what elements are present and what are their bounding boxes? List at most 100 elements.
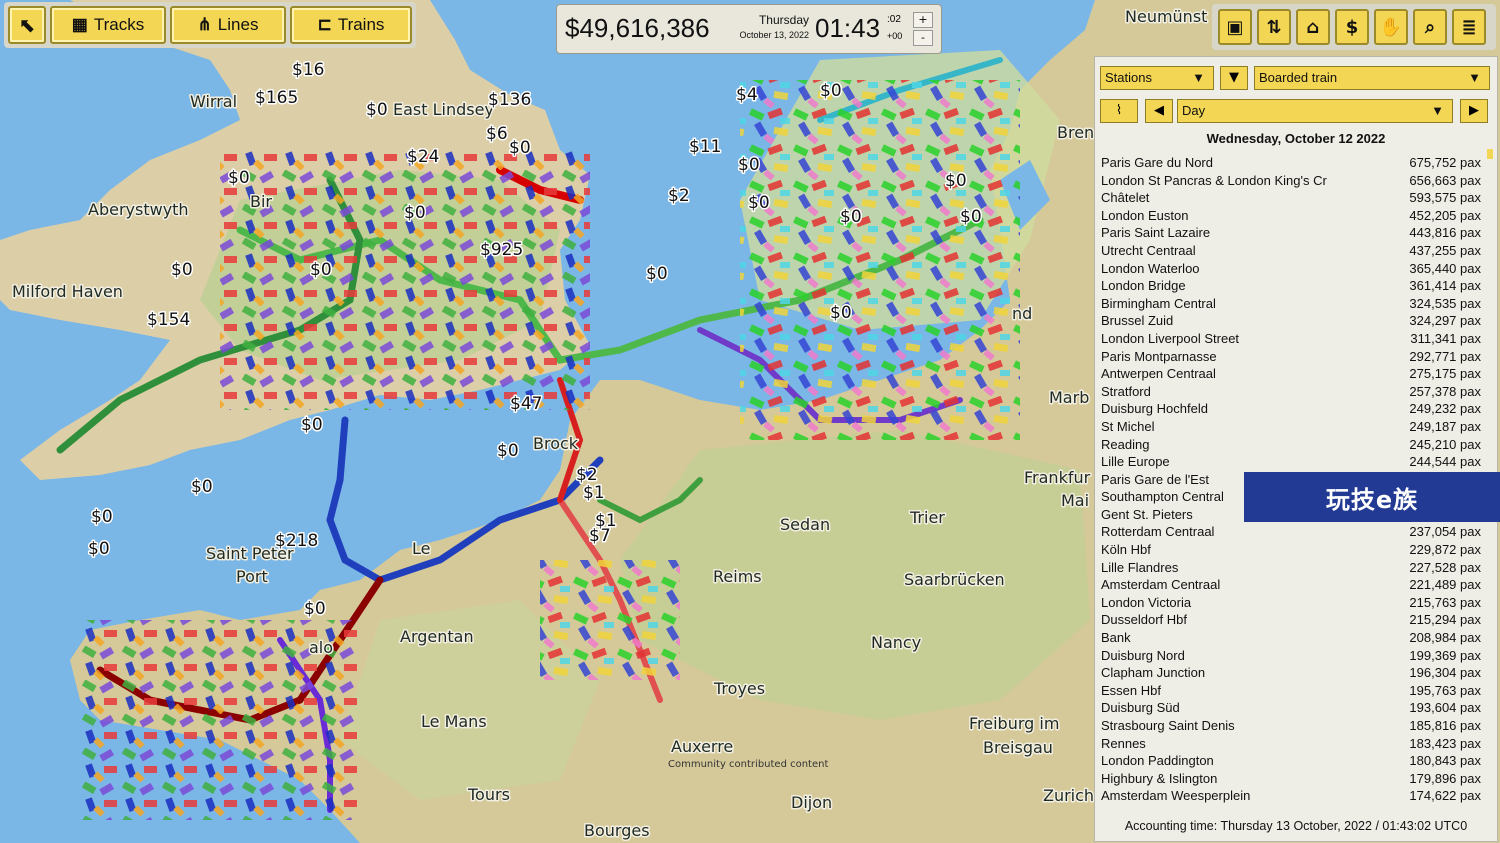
income-label: $0 [91, 507, 113, 527]
slow-down-button[interactable]: - [913, 30, 933, 46]
station-row[interactable]: Châtelet 593,575 pax [1101, 189, 1481, 207]
station-value: 221,489 pax [1409, 577, 1481, 593]
station-row[interactable]: Strasbourg Saint Denis 185,816 pax [1101, 717, 1481, 735]
next-period-button[interactable]: ▶ [1460, 99, 1488, 123]
station-row[interactable]: London Victoria 215,763 pax [1101, 594, 1481, 612]
place-label: nd [1012, 304, 1032, 323]
station-name: Bank [1101, 630, 1131, 646]
place-label: Dijon [791, 793, 832, 812]
station-row[interactable]: Clapham Junction 196,304 pax [1101, 664, 1481, 682]
train-cluster-england[interactable] [220, 150, 590, 410]
station-row[interactable]: Paris Montparnasse 292,771 pax [1101, 348, 1481, 366]
station-value: 324,297 pax [1409, 313, 1481, 329]
station-row[interactable]: St Michel 249,187 pax [1101, 418, 1481, 436]
station-name: Dusseldorf Hbf [1101, 612, 1187, 628]
watermark-logo: 玩技e族 [1244, 472, 1500, 522]
map-view-button[interactable]: ▣ [1218, 9, 1252, 45]
metric-dropdown[interactable]: Boarded train ▼ [1254, 66, 1490, 90]
finance-button[interactable]: $ [1335, 9, 1369, 45]
station-name: St Michel [1101, 418, 1155, 434]
tracks-button[interactable]: ▦ Tracks [50, 6, 166, 44]
tracks-label: Tracks [93, 15, 145, 34]
station-value: 275,175 pax [1409, 366, 1481, 382]
income-label: $218 [275, 531, 318, 551]
station-row[interactable]: Lille Europe 244,544 pax [1101, 453, 1481, 471]
scrollbar[interactable] [1487, 149, 1493, 159]
income-label: $24 [407, 147, 439, 167]
station-value: 180,843 pax [1409, 753, 1481, 769]
station-row[interactable]: Stratford 257,378 pax [1101, 383, 1481, 401]
speed-up-button[interactable]: + [913, 12, 933, 28]
station-name: Paris Gare du Nord [1101, 155, 1213, 170]
station-row[interactable]: Antwerpen Centraal 275,175 pax [1101, 365, 1481, 383]
metric-value: Boarded train [1259, 70, 1338, 85]
station-name: Highbury & Islington [1101, 770, 1218, 786]
station-row[interactable]: Essen Hbf 195,763 pax [1101, 682, 1481, 700]
train-cluster-paris[interactable] [540, 560, 680, 680]
station-row[interactable]: Duisburg Hochfeld 249,232 pax [1101, 400, 1481, 418]
trains-button[interactable]: ⊏ Trains [290, 6, 412, 44]
station-row[interactable]: Reading 245,210 pax [1101, 436, 1481, 454]
menu-button[interactable]: ≣ [1452, 9, 1486, 45]
station-name: London Waterloo [1101, 260, 1200, 276]
previous-period-button[interactable]: ◀ [1145, 99, 1173, 123]
station-name: Antwerpen Centraal [1101, 366, 1216, 382]
station-row[interactable]: Amsterdam Centraal 221,489 pax [1101, 576, 1481, 594]
station-row[interactable]: London Liverpool Street 311,341 pax [1101, 330, 1481, 348]
station-name: Utrecht Centraal [1101, 242, 1196, 258]
station-row[interactable]: Utrecht Centraal 437,255 pax [1101, 242, 1481, 260]
station-value: 249,232 pax [1409, 401, 1481, 417]
station-row[interactable]: Rotterdam Centraal 237,054 pax [1101, 523, 1481, 541]
station-row[interactable]: London Paddington 180,843 pax [1101, 752, 1481, 770]
map-view-icon: ▣ [1226, 16, 1244, 38]
income-label: $925 [480, 240, 523, 260]
income-label: $1 [583, 483, 605, 503]
station-row[interactable]: Paris Gare du Nord 675,752 pax [1101, 154, 1481, 172]
lines-button[interactable]: ⋔ Lines [170, 6, 286, 44]
station-row[interactable]: Bank 208,984 pax [1101, 629, 1481, 647]
income-label: $0 [738, 155, 760, 175]
station-name: Köln Hbf [1101, 542, 1151, 558]
station-row[interactable]: Duisburg Süd 193,604 pax [1101, 699, 1481, 717]
category-dropdown[interactable]: Stations ▼ [1100, 66, 1214, 90]
income-label: $4 [736, 85, 758, 105]
station-value: 245,210 pax [1409, 436, 1481, 452]
station-name: Châtelet [1101, 190, 1150, 206]
chart-toggle-button[interactable]: ⌇ [1100, 99, 1138, 123]
period-value: Day [1182, 103, 1206, 118]
station-value: 244,544 pax [1409, 454, 1481, 470]
station-value: 361,414 pax [1409, 278, 1481, 294]
station-row[interactable]: London Bridge 361,414 pax [1101, 277, 1481, 295]
tag-button[interactable]: ⌂ [1296, 9, 1330, 45]
station-row[interactable]: Köln Hbf 229,872 pax [1101, 541, 1481, 559]
station-value: 215,294 pax [1409, 612, 1481, 628]
select-tool-button[interactable]: ⬉ [8, 6, 46, 44]
station-row[interactable]: London Euston 452,205 pax [1101, 207, 1481, 225]
filter-dropdown-button[interactable]: ▼ [1220, 66, 1248, 90]
menu-icon: ≣ [1461, 16, 1477, 38]
station-value: 311,341 pax [1410, 330, 1481, 346]
station-row[interactable]: London St Pancras & London King's Cr 656,… [1101, 172, 1481, 190]
search-button[interactable]: ⌕ [1413, 9, 1447, 45]
station-row[interactable]: Brussel Zuid 324,297 pax [1101, 312, 1481, 330]
station-row[interactable]: London Waterloo 365,440 pax [1101, 260, 1481, 278]
arrow-left-icon: ◀ [1154, 103, 1164, 118]
income-label: $165 [255, 88, 298, 108]
station-row[interactable]: Highbury & Islington 179,896 pax [1101, 770, 1481, 788]
station-row[interactable]: Lille Flandres 227,528 pax [1101, 559, 1481, 577]
hand-button[interactable]: ✋ [1374, 9, 1408, 45]
station-row[interactable]: Duisburg Nord 199,369 pax [1101, 647, 1481, 665]
accounting-time: Accounting time: Thursday 13 October, 20… [1124, 819, 1468, 833]
train-cluster-netherlands-belgium[interactable] [740, 80, 1020, 440]
income-label: $0 [301, 415, 323, 435]
station-row[interactable]: Dusseldorf Hbf 215,294 pax [1101, 611, 1481, 629]
period-dropdown[interactable]: Day ▼ [1177, 99, 1453, 123]
station-row[interactable]: Rennes 183,423 pax [1101, 735, 1481, 753]
place-label: Le Mans [421, 712, 487, 731]
station-row[interactable]: Paris Saint Lazaire 443,816 pax [1101, 224, 1481, 242]
place-label: Milford Haven [12, 282, 123, 301]
station-row[interactable]: Amsterdam Weesperplein 174,622 pax [1101, 787, 1481, 805]
station-row[interactable]: Birmingham Central 324,535 pax [1101, 295, 1481, 313]
station-value: 292,771 pax [1409, 348, 1481, 364]
sort-button[interactable]: ⇅ [1257, 9, 1291, 45]
